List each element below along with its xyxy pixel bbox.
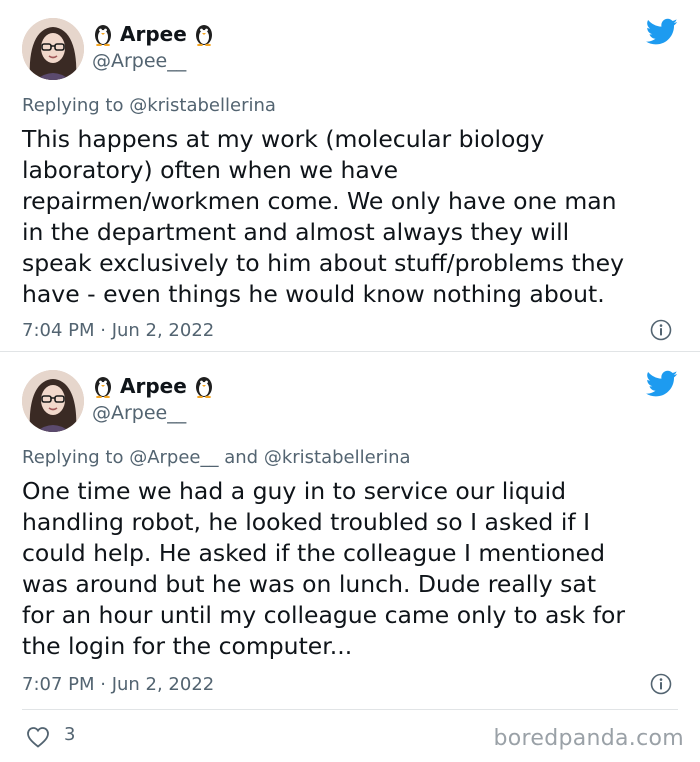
timestamp[interactable]: 7:04 PM · Jun 2, 2022 [22,320,214,341]
penguin-icon [95,377,111,398]
reply-mention[interactable]: @kristabellerina [129,95,276,116]
heart-icon[interactable] [26,726,50,748]
twitter-bird-icon[interactable] [646,18,678,46]
tweet-text-line: handling robot, he looked troubled so I … [22,508,591,536]
author-name-row[interactable]: Arpee [92,374,215,398]
footer-divider [22,709,678,710]
tweet-text-line: in the department and almost always they… [22,218,570,246]
tweet-text-line: the login for the computer... [22,632,353,660]
info-icon[interactable] [650,319,672,341]
info-icon[interactable] [650,673,672,695]
timestamp[interactable]: 7:07 PM · Jun 2, 2022 [22,674,214,695]
tweet-text-line: repairmen/workmen come. We only have one… [22,187,617,215]
display-name[interactable]: Arpee [120,22,187,46]
tweet-text-line: was around but he was on lunch. Dude rea… [22,570,597,598]
tweet-1: Arpee @Arpee__ Replying to @kristabeller… [0,0,700,352]
avatar[interactable] [22,370,84,432]
like-count: 3 [64,724,76,745]
penguin-icon [195,377,212,398]
reply-context: Replying to @Arpee__ and @kristabellerin… [22,447,411,468]
tweet-2: Arpee @Arpee__ Replying to @Arpee__ and … [0,352,700,710]
tweet-text: This happens at my work (molecular biolo… [22,124,686,310]
penguin-icon [195,25,212,46]
avatar[interactable] [22,18,84,80]
tweet-text-line: This happens at my work (molecular biolo… [22,125,545,153]
tweet-text-line: have - even things he would know nothing… [22,280,605,308]
twitter-bird-icon[interactable] [646,370,678,398]
reply-prefix: Replying to [22,447,124,468]
penguin-icon [95,25,111,46]
user-handle[interactable]: @Arpee__ [92,50,186,72]
tweet-text-line: could help. He asked if the colleague I … [22,539,606,567]
author-name-row[interactable]: Arpee [92,22,215,46]
tweet-text-line: for an hour until my colleague came only… [22,601,626,629]
reply-mention[interactable]: @Arpee__ and @kristabellerina [129,447,410,468]
tweet-text: One time we had a guy in to service our … [22,476,686,662]
tweet-text-line: speak exclusively to him about stuff/pro… [22,249,625,277]
reply-prefix: Replying to [22,95,124,116]
watermark: boredpanda.com [493,726,684,751]
user-handle[interactable]: @Arpee__ [92,402,186,424]
tweet-text-line: laboratory) often when we have [22,156,399,184]
reply-context: Replying to @kristabellerina [22,95,276,116]
display-name[interactable]: Arpee [120,374,187,398]
tweet-text-line: One time we had a guy in to service our … [22,477,567,505]
